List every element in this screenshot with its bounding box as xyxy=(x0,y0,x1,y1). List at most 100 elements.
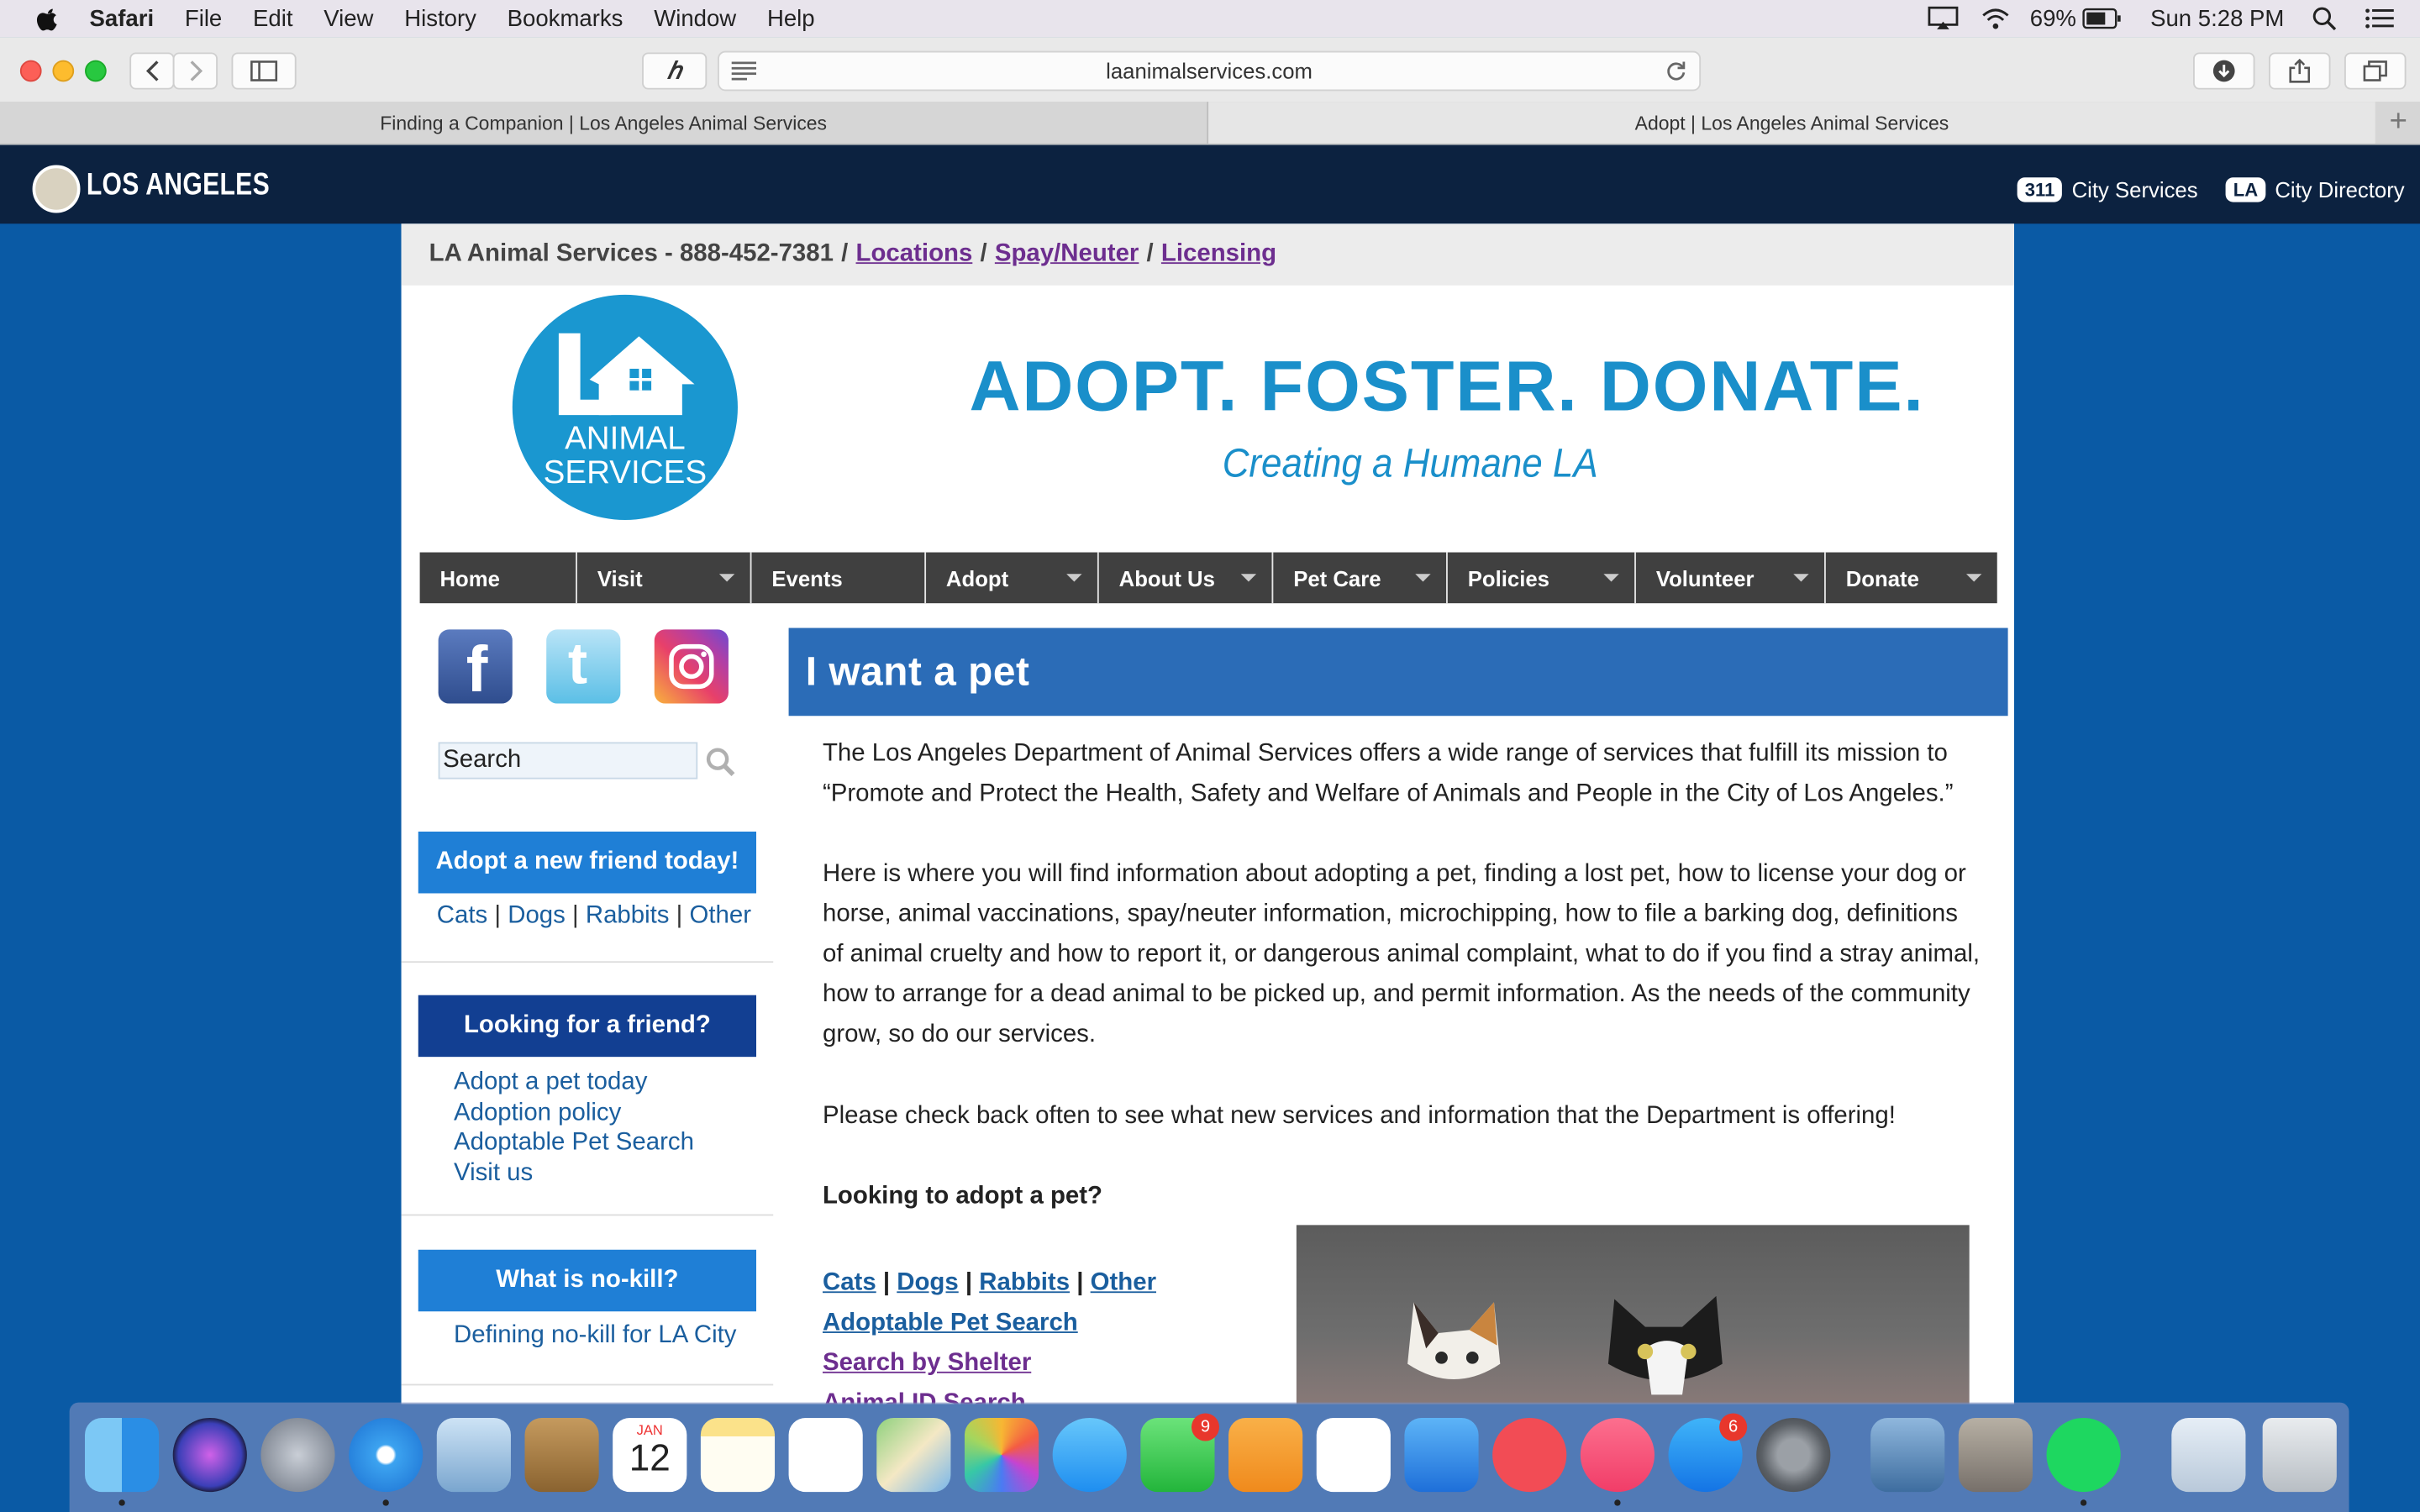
nav-events[interactable]: Events xyxy=(751,552,927,604)
menu-history[interactable]: History xyxy=(404,5,476,31)
city-services-link[interactable]: 311 City Services xyxy=(2017,177,2198,202)
maps-icon[interactable] xyxy=(876,1417,951,1493)
main-link-dogs[interactable]: Dogs xyxy=(897,1270,958,1296)
calculator-icon[interactable] xyxy=(1958,1417,2033,1493)
notification-center-icon[interactable] xyxy=(2365,6,2396,30)
main-link-shelter[interactable]: Search by Shelter xyxy=(823,1350,1031,1376)
spotlight-search-icon[interactable] xyxy=(2312,6,2337,31)
twitter-icon[interactable]: t xyxy=(546,629,621,704)
address-bar[interactable]: laanimalservices.com xyxy=(718,50,1702,92)
main-link-cats[interactable]: Cats xyxy=(823,1270,876,1296)
la-animal-services-logo[interactable]: ANIMAL SERVICES xyxy=(512,294,738,520)
mail-stamp-icon[interactable] xyxy=(436,1417,511,1493)
city-title[interactable]: LOS ANGELES xyxy=(87,168,270,203)
app-store-icon[interactable]: 6 xyxy=(1668,1413,1748,1493)
pages-icon[interactable] xyxy=(1228,1417,1303,1493)
city-seal-icon[interactable] xyxy=(32,165,81,213)
airplay-icon[interactable] xyxy=(1928,6,1960,30)
no-kill-box[interactable]: What is no-kill? xyxy=(418,1249,757,1312)
messages-icon[interactable] xyxy=(1052,1417,1127,1493)
licensing-link[interactable]: Licensing xyxy=(1161,241,1276,269)
menubar-clock[interactable]: Sun 5:28 PM xyxy=(2150,5,2284,31)
menu-edit[interactable]: Edit xyxy=(253,5,292,31)
notes-icon[interactable] xyxy=(700,1417,776,1493)
nav-visit[interactable]: Visit xyxy=(577,552,752,604)
tab-finding-companion[interactable]: Finding a Companion | Los Angeles Animal… xyxy=(0,102,1209,144)
contact-strip: LA Animal Services - 888-452-7381 / Loca… xyxy=(401,223,2014,286)
extension-button[interactable]: ℎ xyxy=(642,52,708,90)
downloads-stack-icon[interactable] xyxy=(2171,1417,2246,1493)
contacts-icon[interactable] xyxy=(524,1417,599,1493)
menu-file[interactable]: File xyxy=(185,5,222,31)
intro-paragraph: The Los Angeles Department of Animal Ser… xyxy=(822,740,1954,807)
forward-button[interactable] xyxy=(172,52,218,90)
side-link-pet-search[interactable]: Adoptable Pet Search xyxy=(454,1128,694,1158)
nav-pet-care[interactable]: Pet Care xyxy=(1273,552,1448,604)
finder-icon[interactable] xyxy=(85,1417,160,1493)
calendar-icon[interactable]: JAN 12 xyxy=(613,1417,687,1493)
spay-neuter-link[interactable]: Spay/Neuter xyxy=(995,241,1139,269)
close-window-button[interactable] xyxy=(19,60,42,82)
main-link-rabbits[interactable]: Rabbits xyxy=(979,1270,1070,1296)
side-link-adoption-policy[interactable]: Adoption policy xyxy=(454,1098,694,1128)
nav-about-us[interactable]: About Us xyxy=(1099,552,1274,604)
nav-volunteer[interactable]: Volunteer xyxy=(1636,552,1826,604)
nav-home[interactable]: Home xyxy=(420,552,577,604)
side-link-no-kill[interactable]: Defining no-kill for LA City xyxy=(454,1322,736,1350)
menu-window[interactable]: Window xyxy=(654,5,736,31)
news-icon[interactable] xyxy=(1492,1417,1567,1493)
city-directory-link[interactable]: LA City Directory xyxy=(2225,177,2405,202)
share-button[interactable] xyxy=(2269,52,2331,90)
side-link-dogs[interactable]: Dogs xyxy=(508,902,566,928)
safari-icon[interactable] xyxy=(349,1417,424,1493)
side-link-cats[interactable]: Cats xyxy=(437,902,487,928)
side-link-other[interactable]: Other xyxy=(689,902,750,928)
music-icon[interactable] xyxy=(1580,1417,1655,1493)
back-button[interactable] xyxy=(129,52,175,90)
menu-bookmarks[interactable]: Bookmarks xyxy=(508,5,623,31)
apple-icon[interactable] xyxy=(34,5,61,33)
menu-app-name[interactable]: Safari xyxy=(90,5,155,31)
minimize-window-button[interactable] xyxy=(52,60,75,82)
tab-adopt[interactable]: Adopt | Los Angeles Animal Services xyxy=(1208,102,2375,144)
downloads-button[interactable] xyxy=(2193,52,2255,90)
looking-friend-box[interactable]: Looking for a friend? xyxy=(418,995,757,1058)
nav-donate[interactable]: Donate xyxy=(1826,553,1997,604)
nav-policies[interactable]: Policies xyxy=(1448,552,1636,604)
facebook-icon[interactable]: f xyxy=(438,629,513,705)
caret-down-icon xyxy=(718,574,735,582)
adopt-friend-box[interactable]: Adopt a new friend today! xyxy=(418,832,757,894)
reload-icon[interactable] xyxy=(1665,60,1687,82)
preview-icon[interactable] xyxy=(1870,1417,1945,1493)
instagram-icon[interactable] xyxy=(654,629,729,704)
main-link-pet-search[interactable]: Adoptable Pet Search xyxy=(823,1310,1078,1336)
facetime-icon[interactable]: 9 xyxy=(1140,1413,1220,1493)
menu-help[interactable]: Help xyxy=(767,5,815,31)
side-link-adopt-today[interactable]: Adopt a pet today xyxy=(454,1068,694,1098)
side-link-rabbits[interactable]: Rabbits xyxy=(586,902,670,928)
main-link-other[interactable]: Other xyxy=(1091,1270,1156,1296)
keynote-icon[interactable] xyxy=(1404,1417,1479,1493)
system-preferences-icon[interactable] xyxy=(1756,1417,1831,1493)
spotify-icon[interactable] xyxy=(2046,1417,2121,1493)
reminders-icon[interactable] xyxy=(788,1417,863,1493)
sidebar-divider xyxy=(401,1383,774,1386)
battery-icon[interactable] xyxy=(2082,8,2123,29)
wifi-icon[interactable] xyxy=(1981,6,2012,30)
launchpad-icon[interactable] xyxy=(260,1417,335,1493)
services-badge: 311 xyxy=(2017,177,2063,202)
siri-icon[interactable] xyxy=(172,1417,247,1493)
tab-overview-button[interactable] xyxy=(2344,52,2407,90)
menu-view[interactable]: View xyxy=(324,5,373,31)
new-tab-button[interactable]: + xyxy=(2377,102,2420,144)
photos-icon[interactable] xyxy=(964,1417,1039,1493)
numbers-icon[interactable] xyxy=(1316,1417,1391,1493)
nav-adopt[interactable]: Adopt xyxy=(926,552,1099,604)
locations-link[interactable]: Locations xyxy=(856,241,973,269)
site-search-input[interactable]: Search xyxy=(438,742,698,780)
trash-icon[interactable] xyxy=(2262,1417,2337,1493)
search-icon[interactable] xyxy=(705,747,736,778)
zoom-window-button[interactable] xyxy=(85,60,107,82)
sidebar-toggle-button[interactable] xyxy=(231,52,297,90)
side-link-visit-us[interactable]: Visit us xyxy=(454,1158,694,1188)
